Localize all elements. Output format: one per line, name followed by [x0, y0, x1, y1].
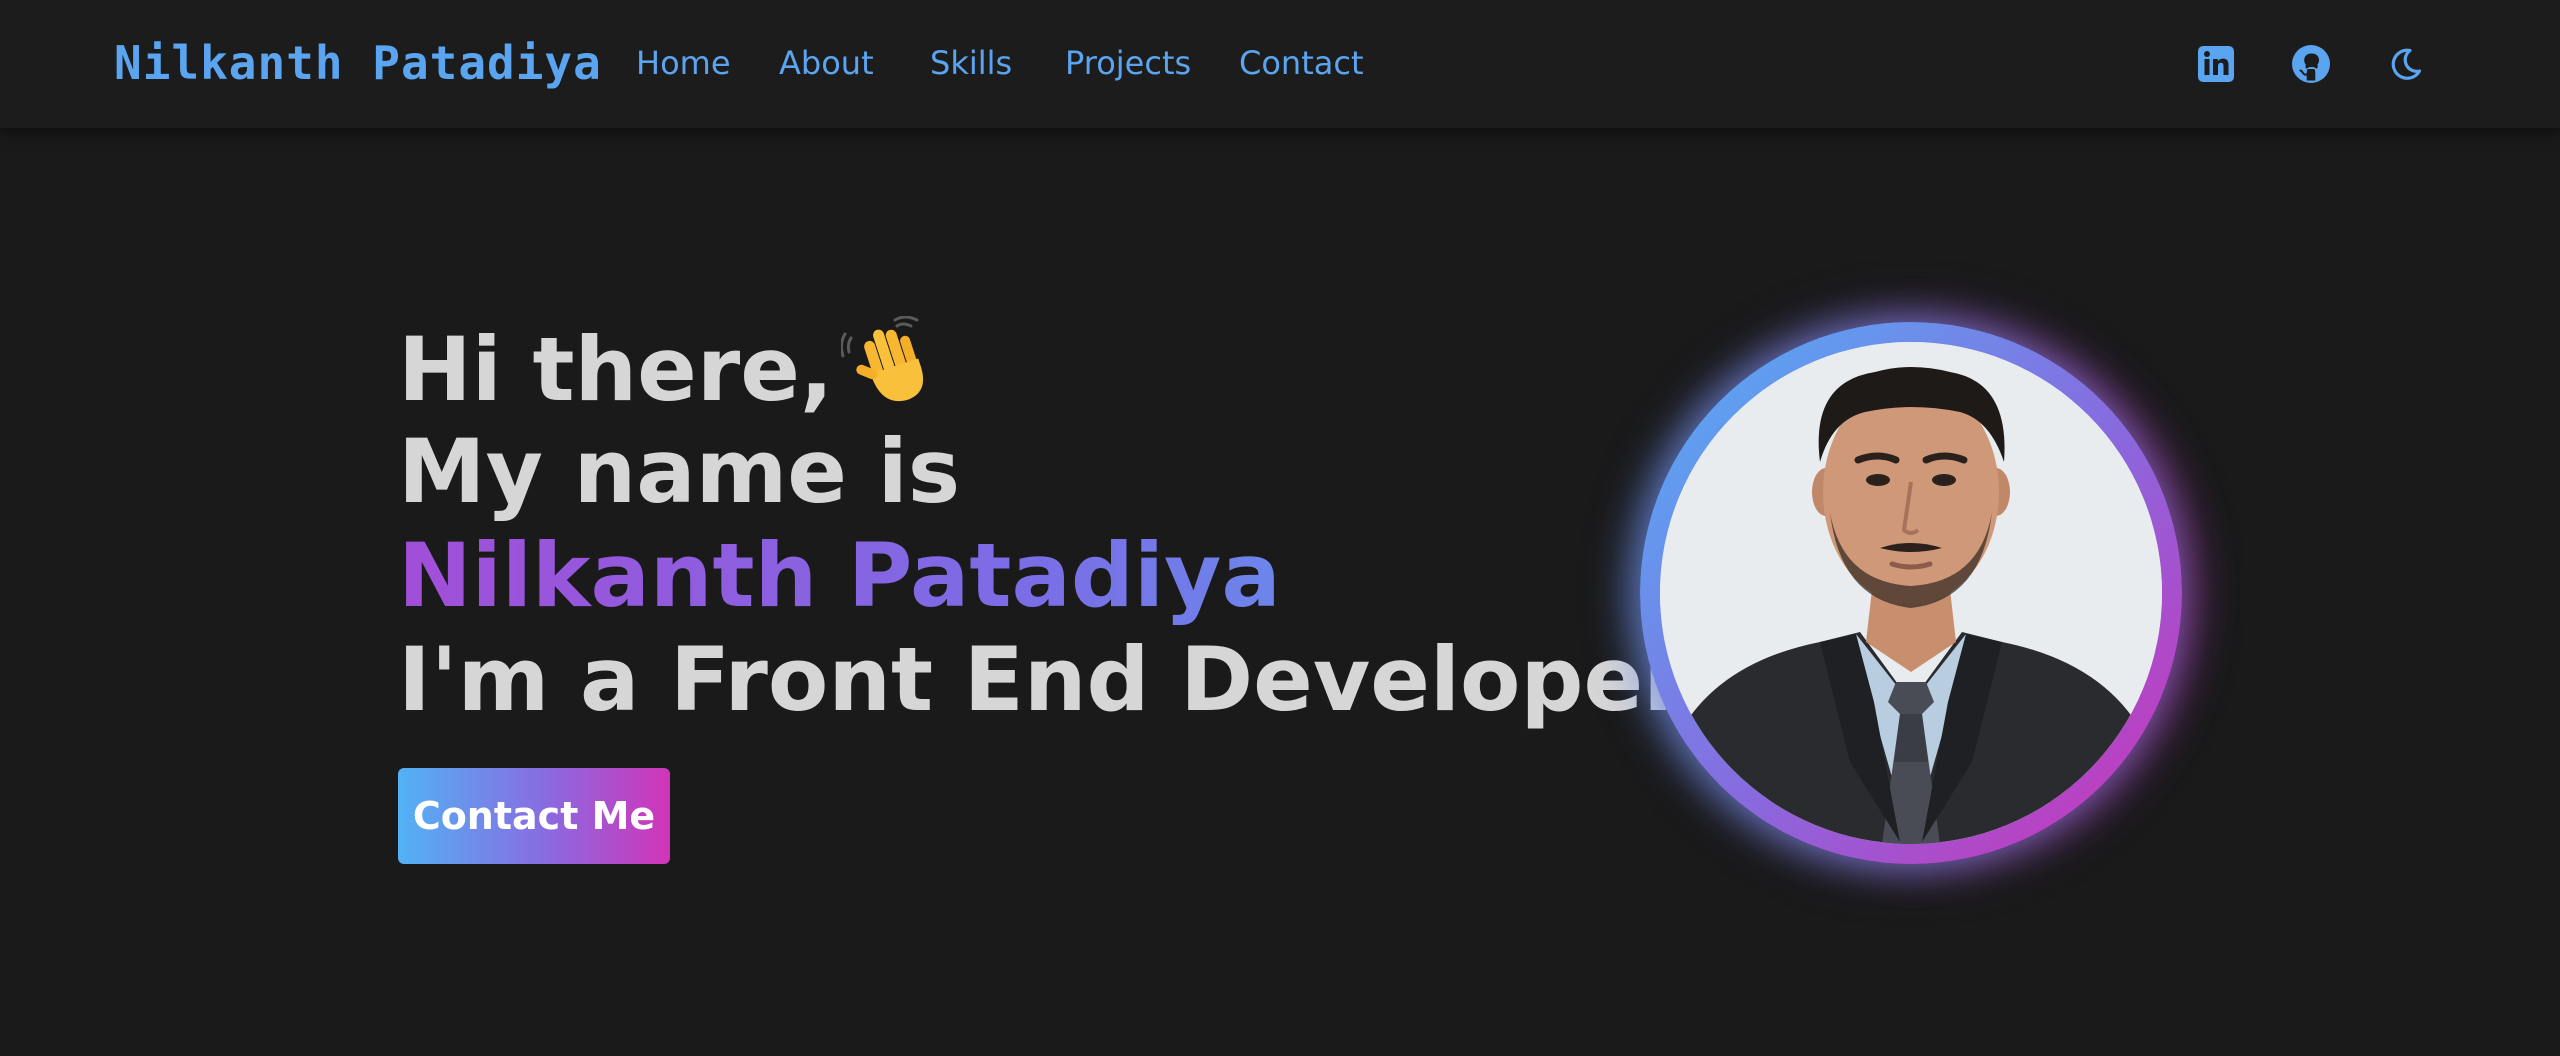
nav-link-skills[interactable]: Skills [930, 44, 1012, 82]
profile-photo [1660, 342, 2162, 844]
contact-me-button[interactable]: Contact Me [398, 768, 670, 864]
hero-greeting: Hi there, [398, 318, 834, 421]
brand-logo[interactable]: Nilkanth Patadiya [114, 36, 602, 90]
hero-greeting-line: Hi there, [398, 315, 1687, 421]
hero-intro: My name is [398, 420, 961, 523]
github-icon[interactable] [2291, 44, 2331, 84]
navbar: Nilkanth Patadiya Home About Skills Proj… [0, 0, 2560, 128]
hero-name: Nilkanth Patadiya [398, 524, 1687, 628]
nav-link-projects[interactable]: Projects [1065, 44, 1191, 82]
waving-hand-icon [840, 315, 945, 434]
hero-role: I'm a Front End Developer [398, 628, 1687, 731]
linkedin-icon[interactable] [2196, 44, 2236, 84]
moon-icon[interactable] [2386, 44, 2426, 84]
profile-avatar-ring [1640, 322, 2182, 864]
hero-heading: Hi there, My name is Nilkanth Patadiya I… [398, 315, 1687, 732]
nav-link-home[interactable]: Home [636, 44, 731, 82]
nav-link-contact[interactable]: Contact [1239, 44, 1364, 82]
nav-link-about[interactable]: About [779, 44, 874, 82]
